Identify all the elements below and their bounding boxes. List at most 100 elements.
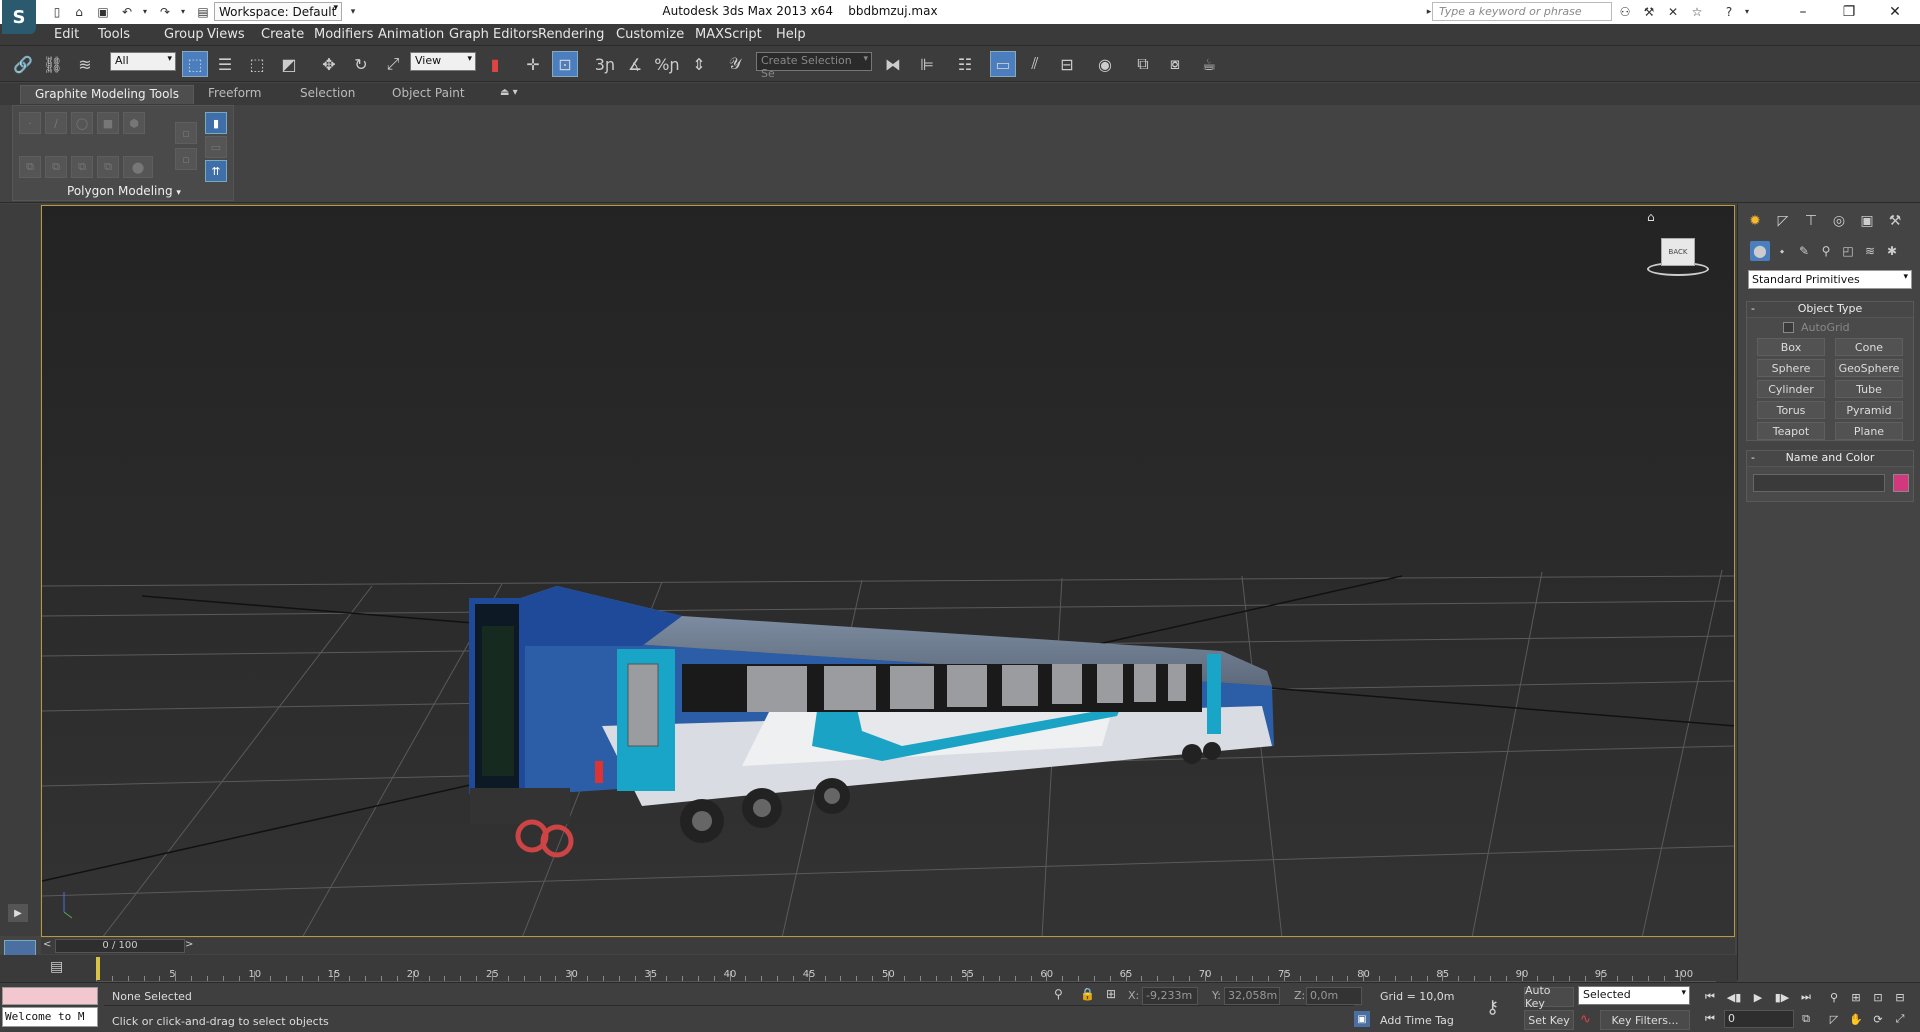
tube-button[interactable]: Tube xyxy=(1835,380,1903,398)
name-and-color-header[interactable]: - Name and Color xyxy=(1747,451,1913,467)
help-icon[interactable]: ? xyxy=(1720,3,1738,20)
cone-button[interactable]: Cone xyxy=(1835,338,1903,356)
menu-customize[interactable]: Customize xyxy=(616,27,684,42)
motion-tab-icon[interactable]: ◎ xyxy=(1828,210,1850,232)
bind-space-warp-icon[interactable]: ≋ xyxy=(72,51,98,77)
helpers-icon[interactable]: ◰ xyxy=(1838,241,1858,261)
mirror-icon[interactable]: ⧓ xyxy=(880,51,906,77)
go-to-end-icon[interactable]: ⏭ xyxy=(1796,987,1816,1007)
tab-freeform[interactable]: Freeform xyxy=(194,85,275,104)
angle-snap-icon[interactable]: ∡ xyxy=(622,51,648,77)
shapes-icon[interactable]: ⬩ xyxy=(1772,241,1792,261)
current-frame-marker[interactable] xyxy=(96,957,100,980)
collapse-stack-icon[interactable]: ⧉ xyxy=(97,156,119,178)
pan-view-icon[interactable]: ✋ xyxy=(1846,1009,1866,1029)
cameras-icon[interactable]: ⚲ xyxy=(1816,241,1836,261)
orbit-icon[interactable]: ⟳ xyxy=(1868,1009,1888,1029)
z-coordinate-field[interactable]: 0,0m xyxy=(1306,987,1362,1005)
viewcube-home-icon[interactable]: ⌂ xyxy=(1647,210,1655,224)
zoom-extents-all-icon[interactable]: ⊟ xyxy=(1890,987,1910,1007)
torus-button[interactable]: Torus xyxy=(1757,401,1825,419)
use-displace-icon[interactable]: ▫ xyxy=(175,122,197,144)
geometry-icon[interactable]: ⬤ xyxy=(1750,241,1770,261)
object-color-swatch[interactable] xyxy=(1893,474,1909,492)
next-frame-icon[interactable]: ▮▶ xyxy=(1772,987,1792,1007)
snaps-toggle-icon[interactable]: 3ɲ xyxy=(592,51,618,77)
next-frame-arrow-icon[interactable]: > xyxy=(185,939,193,950)
select-and-link-icon[interactable]: 🔗 xyxy=(10,51,36,77)
viewport-expand-icon[interactable]: ▶ xyxy=(8,904,28,922)
menu-rendering[interactable]: Rendering xyxy=(538,27,604,42)
modify-tab-icon[interactable]: ◸ xyxy=(1772,210,1794,232)
render-production-icon[interactable]: ☕ xyxy=(1196,51,1222,77)
border-icon[interactable]: ◯ xyxy=(71,112,93,134)
tab-object-paint[interactable]: Object Paint xyxy=(378,85,479,104)
vertex-icon[interactable]: · xyxy=(19,112,41,134)
play-icon[interactable]: ▶ xyxy=(1748,987,1768,1007)
auto-key-button[interactable]: Auto Key xyxy=(1524,984,1574,1010)
prev-frame-arrow-icon[interactable]: < xyxy=(43,939,51,950)
menu-graph-editors[interactable]: Graph Editors xyxy=(449,27,538,42)
edit-named-selection-icon[interactable]: 𝒴 xyxy=(722,51,748,77)
menu-views[interactable]: Views xyxy=(207,27,245,42)
maxscript-mini-listener[interactable]: Welcome to M xyxy=(2,1007,98,1027)
y-coordinate-field[interactable]: 32,058m xyxy=(1224,987,1280,1005)
sphere-button[interactable]: Sphere xyxy=(1757,359,1825,377)
lights-icon[interactable]: ✎ xyxy=(1794,241,1814,261)
percent-snap-icon[interactable]: % ɲ xyxy=(654,51,680,77)
layer-manager-icon[interactable]: ☷ xyxy=(952,51,978,77)
box-button[interactable]: Box xyxy=(1757,338,1825,356)
x-coordinate-field[interactable]: -9,233m xyxy=(1142,987,1198,1005)
previous-modifier-icon[interactable]: ⧉ xyxy=(45,156,67,178)
subscription-icon[interactable]: ⚒ xyxy=(1640,3,1658,20)
binoculars-icon[interactable]: ⚇ xyxy=(1616,3,1634,20)
minimize-button[interactable]: – xyxy=(1780,0,1826,24)
field-of-view-icon[interactable]: ◸ xyxy=(1824,1009,1844,1029)
plane-button[interactable]: Plane xyxy=(1835,422,1903,440)
menu-create[interactable]: Create xyxy=(261,27,304,42)
communication-icon[interactable]: ✕ xyxy=(1664,3,1682,20)
autogrid-checkbox[interactable] xyxy=(1783,322,1794,333)
selection-filter-select[interactable]: All ▾ xyxy=(110,52,176,71)
menu-group[interactable]: Group xyxy=(164,27,204,42)
geosphere-button[interactable]: GeoSphere xyxy=(1835,359,1903,377)
close-button[interactable]: ✕ xyxy=(1872,0,1918,24)
maxscript-mini-listener-top[interactable] xyxy=(2,987,98,1005)
teapot-button[interactable]: Teapot xyxy=(1757,422,1825,440)
create-tab-icon[interactable]: ✹ xyxy=(1744,210,1766,232)
pin-stack-icon[interactable]: ▭ xyxy=(205,136,227,158)
preserve-uvs-icon[interactable]: ⬤ xyxy=(123,156,153,178)
previous-frame-icon[interactable]: ◀▮ xyxy=(1724,987,1744,1007)
selection-lock-icon[interactable]: 🔒 xyxy=(1080,987,1095,1001)
align-icon[interactable]: ⊫ xyxy=(914,51,940,77)
favorites-star-icon[interactable]: ☆ xyxy=(1688,3,1706,20)
keyboard-shortcut-override-icon[interactable]: ⊡ xyxy=(552,51,578,77)
pyramid-button[interactable]: Pyramid xyxy=(1835,401,1903,419)
select-and-scale-icon[interactable]: ⤢ xyxy=(380,51,406,77)
show-end-result-icon[interactable]: ▮ xyxy=(205,112,227,134)
named-selection-sets-select[interactable]: Create Selection Se ▾ xyxy=(756,52,872,80)
primitive-category-select[interactable]: Standard Primitives ▾ xyxy=(1748,270,1912,289)
tab-selection[interactable]: Selection xyxy=(286,85,369,104)
select-by-name-icon[interactable]: ☰ xyxy=(212,51,238,77)
menu-animation[interactable]: Animation xyxy=(378,27,444,42)
modify-mode-icon[interactable]: ⧉ xyxy=(19,156,41,178)
menu-tools[interactable]: Tools xyxy=(98,27,130,42)
time-tag-icon[interactable]: ▣ xyxy=(1354,1011,1370,1027)
hierarchy-tab-icon[interactable]: ⊤ xyxy=(1800,210,1822,232)
search-input[interactable]: Type a keyword or phrase xyxy=(1432,2,1612,21)
window-crossing-icon[interactable]: ◩ xyxy=(276,51,302,77)
time-slider-thumb[interactable]: 0 / 100 xyxy=(55,939,185,953)
render-setup-icon[interactable]: ⧉ xyxy=(1130,51,1156,77)
zoom-extents-icon[interactable]: ⊡ xyxy=(1868,987,1888,1007)
rectangular-selection-icon[interactable]: ⬚ xyxy=(244,51,270,77)
maximize-button[interactable]: ❐ xyxy=(1826,0,1872,24)
unlink-icon[interactable]: ⛓ xyxy=(40,51,66,77)
polygon-icon[interactable]: ■ xyxy=(97,112,119,134)
zoom-all-icon[interactable]: ⊞ xyxy=(1846,987,1866,1007)
current-frame-field[interactable]: 0 xyxy=(1724,1010,1794,1028)
systems-icon[interactable]: ✱ xyxy=(1882,241,1902,261)
pivot-point-center-icon[interactable]: ▮ xyxy=(482,51,508,77)
menu-maxscript[interactable]: MAXScript xyxy=(695,27,762,42)
key-mode-select[interactable]: Selected ▾ xyxy=(1578,986,1690,1005)
